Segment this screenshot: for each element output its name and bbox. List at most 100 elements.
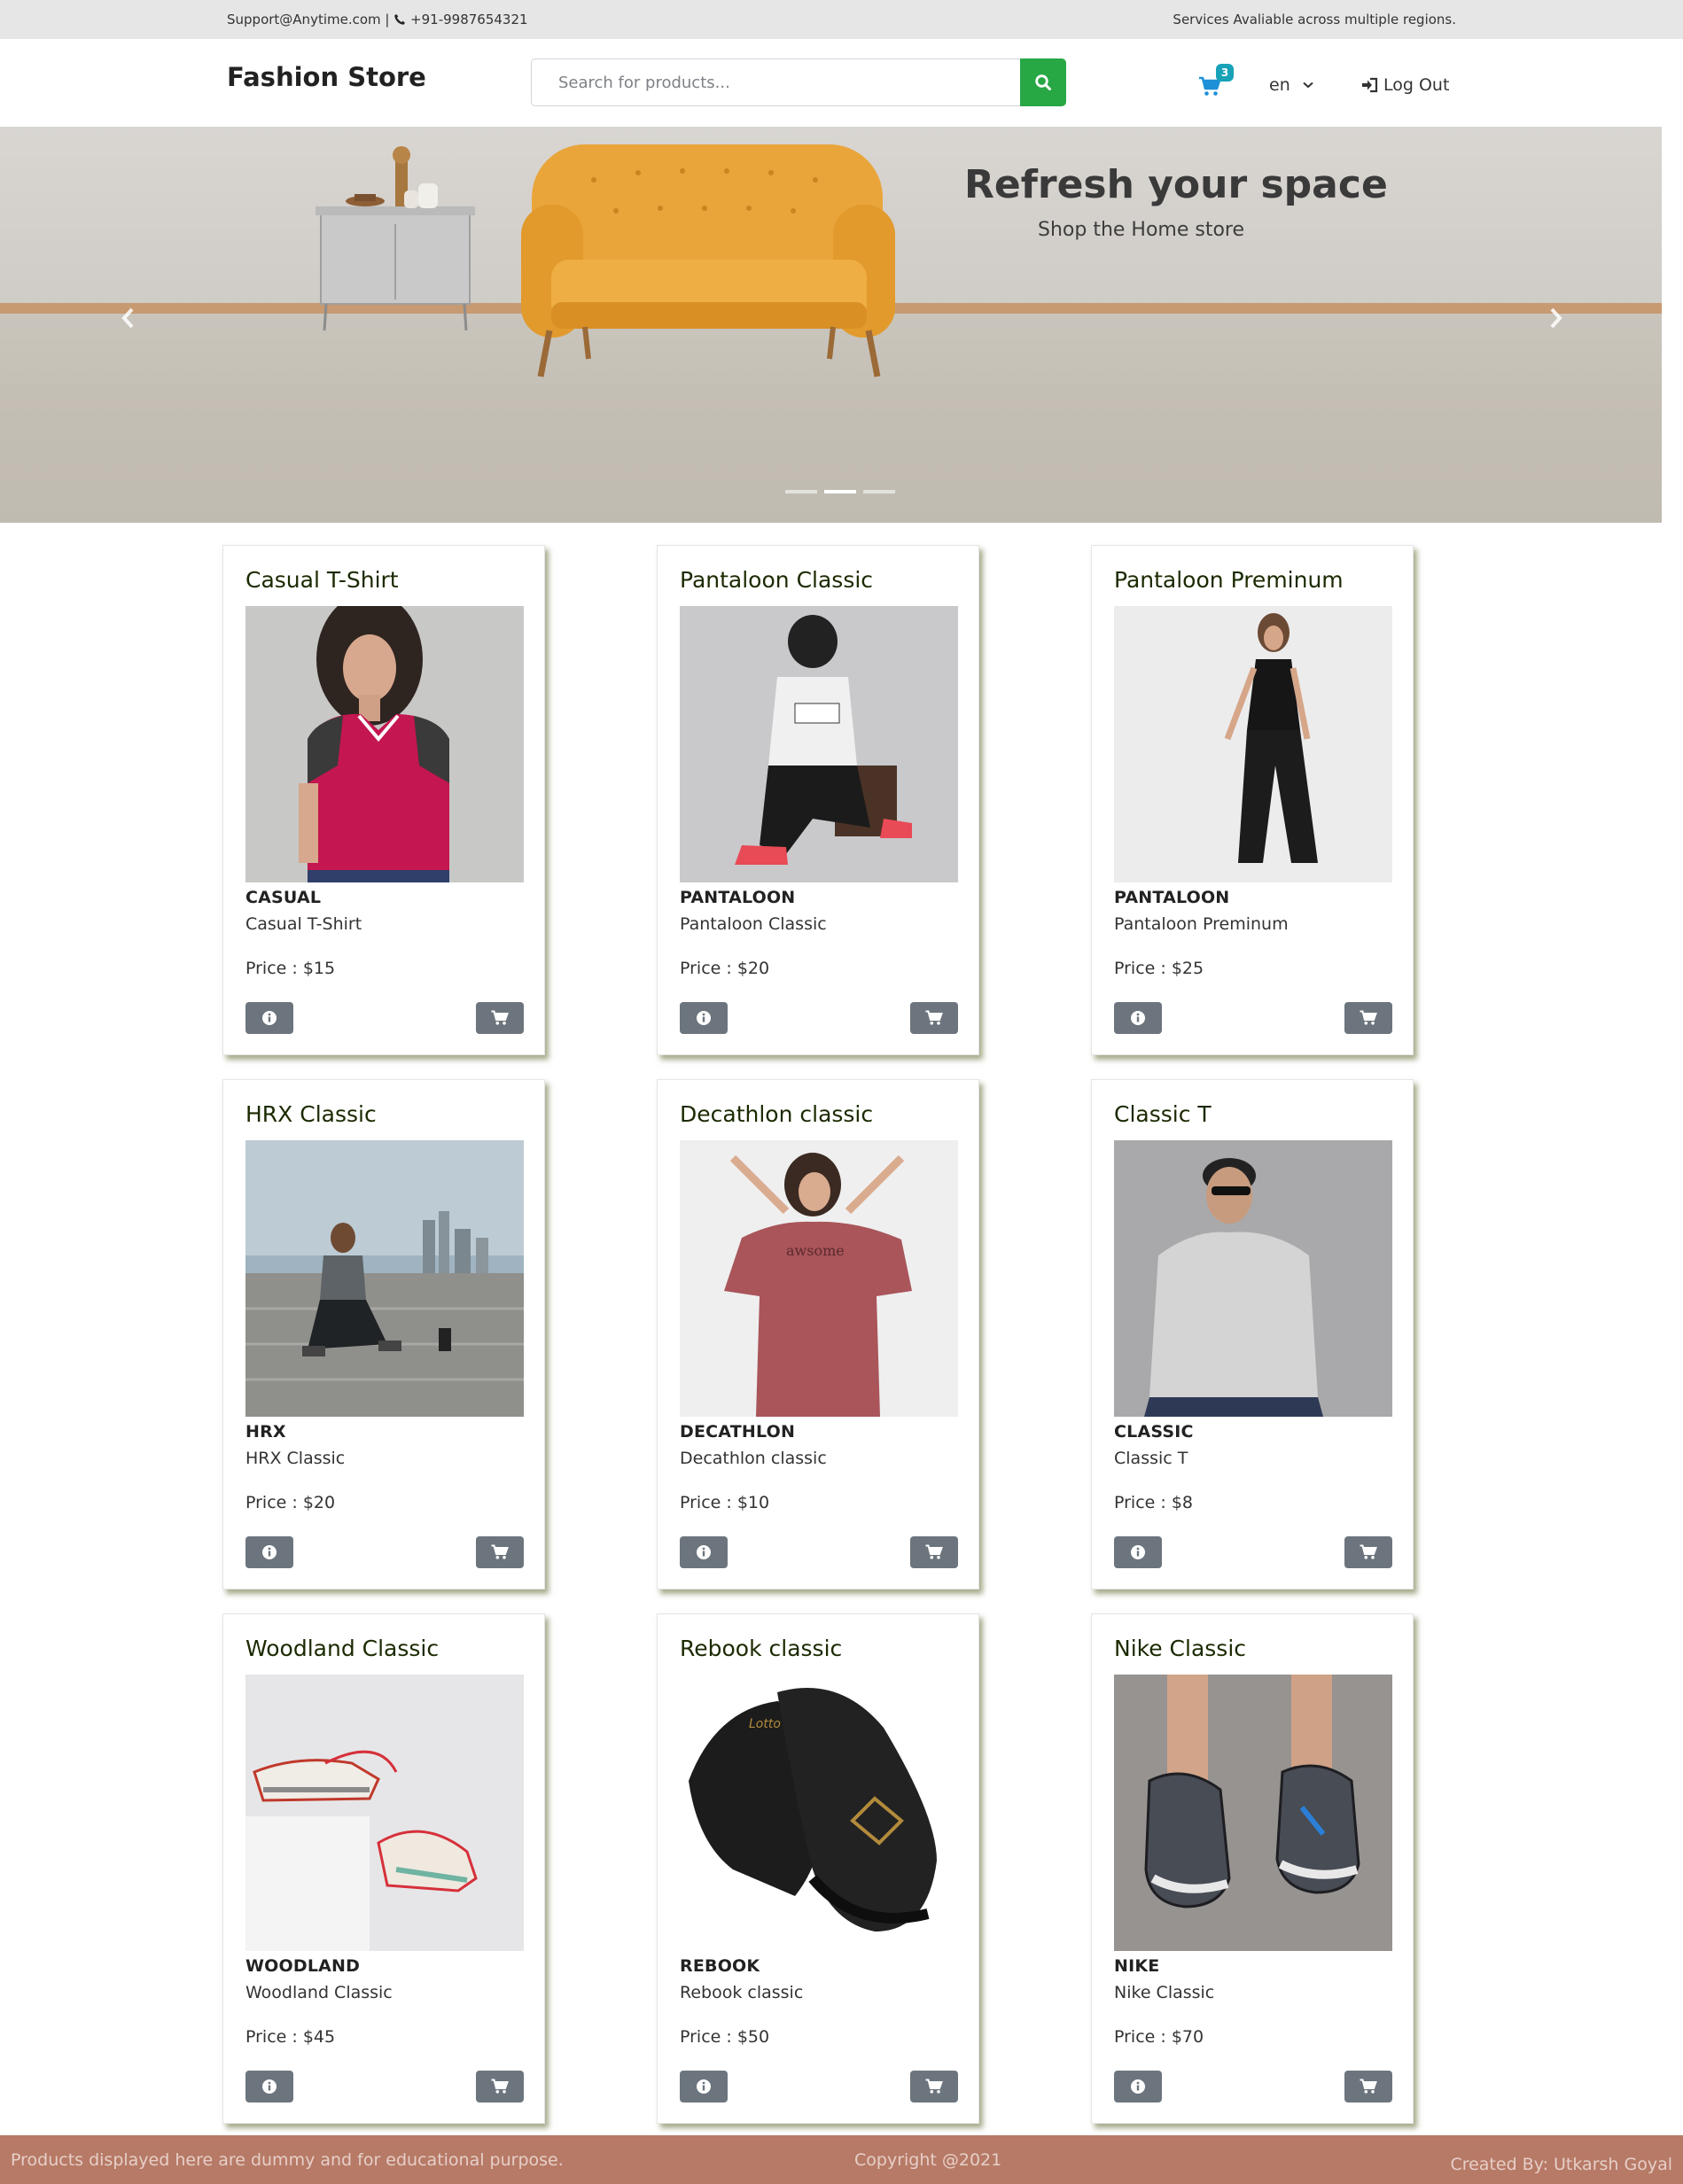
header-cart-button[interactable]: 3 xyxy=(1198,64,1235,103)
carousel-next-button[interactable] xyxy=(1539,300,1574,336)
product-image[interactable] xyxy=(1114,1675,1392,1951)
product-info-button[interactable] xyxy=(680,1002,728,1034)
chevron-left-icon xyxy=(121,307,134,329)
product-image[interactable] xyxy=(245,606,524,882)
product-name: Woodland Classic xyxy=(245,1983,393,2002)
product-image[interactable] xyxy=(245,1675,524,1951)
product-card: HRX Classic HRX HRX Classic Price : $20 xyxy=(222,1079,545,1589)
product-image[interactable] xyxy=(1114,606,1392,882)
product-info-button[interactable] xyxy=(680,2071,728,2102)
product-card: Pantaloon Preminum PANTALOON Pantaloon P… xyxy=(1091,545,1414,1055)
carousel-prev-button[interactable] xyxy=(110,300,145,336)
product-image[interactable] xyxy=(1114,1140,1392,1417)
product-card: Decathlon classic awsome DECATHLON Decat… xyxy=(657,1079,979,1589)
product-price: Price : $25 xyxy=(1114,959,1204,978)
product-title: Decathlon classic xyxy=(680,1101,874,1127)
product-name: Casual T-Shirt xyxy=(245,914,362,934)
footer-credit: Created By: Utkarsh Goyal xyxy=(1450,2155,1672,2174)
language-value: en xyxy=(1269,75,1290,95)
hero-title: Refresh your space xyxy=(964,162,1388,207)
brand-logo[interactable]: Fashion Store xyxy=(227,62,426,92)
product-image[interactable]: Lotto xyxy=(680,1675,958,1951)
add-to-cart-button[interactable] xyxy=(476,2071,524,2102)
product-card: Classic T CLASSIC Classic T Price : $8 xyxy=(1091,1079,1414,1589)
add-to-cart-button[interactable] xyxy=(910,1536,958,1568)
add-to-cart-button[interactable] xyxy=(1344,2071,1392,2102)
product-title: Nike Classic xyxy=(1114,1636,1247,1661)
product-card: Rebook classic Lotto REBOOK Rebook class… xyxy=(657,1613,979,2124)
search-bar xyxy=(531,58,1066,106)
product-card: Nike Classic NIKE Nike Classic Price : $… xyxy=(1091,1613,1414,2124)
product-name: Classic T xyxy=(1114,1449,1188,1468)
svg-text:Lotto: Lotto xyxy=(749,1717,781,1731)
product-info-button[interactable] xyxy=(245,1536,293,1568)
product-info-button[interactable] xyxy=(1114,2071,1162,2102)
shopping-cart-icon xyxy=(925,2079,943,2094)
product-title: Pantaloon Classic xyxy=(680,567,874,593)
logout-button[interactable]: Log Out xyxy=(1360,71,1449,99)
shopping-cart-icon xyxy=(1360,1010,1377,1025)
carousel-indicator-2[interactable] xyxy=(824,490,856,494)
product-title: Woodland Classic xyxy=(245,1636,440,1661)
hero-banner-image xyxy=(0,127,1662,523)
hero-carousel: Refresh your space Shop the Home store xyxy=(0,127,1662,523)
shopping-cart-icon xyxy=(925,1544,943,1559)
product-brand: PANTALOON xyxy=(680,888,796,907)
language-select[interactable]: en xyxy=(1269,71,1313,99)
product-image[interactable] xyxy=(245,1140,524,1417)
product-title: HRX Classic xyxy=(245,1101,377,1127)
add-to-cart-button[interactable] xyxy=(1344,1536,1392,1568)
product-name: Pantaloon Preminum xyxy=(1114,914,1289,934)
sign-out-icon xyxy=(1362,77,1378,93)
hero-subtitle: Shop the Home store xyxy=(1038,219,1245,241)
product-image[interactable] xyxy=(680,606,958,882)
add-to-cart-button[interactable] xyxy=(476,1002,524,1034)
product-info-button[interactable] xyxy=(245,1002,293,1034)
product-price: Price : $50 xyxy=(680,2027,770,2047)
info-icon xyxy=(1131,1545,1145,1559)
chevron-down-icon xyxy=(1303,82,1313,89)
add-to-cart-button[interactable] xyxy=(910,2071,958,2102)
add-to-cart-button[interactable] xyxy=(476,1536,524,1568)
product-name: Pantaloon Classic xyxy=(680,914,827,934)
product-image[interactable]: awsome xyxy=(680,1140,958,1417)
product-brand: REBOOK xyxy=(680,1956,760,1976)
info-icon xyxy=(1131,2079,1145,2094)
logout-label: Log Out xyxy=(1383,75,1450,95)
product-card: Casual T-Shirt CASUAL Casual T-Shirt Pri… xyxy=(222,545,545,1055)
product-brand: DECATHLON xyxy=(680,1422,796,1442)
search-icon xyxy=(1035,74,1051,90)
site-header: Fashion Store 3 en Log Out xyxy=(0,39,1683,127)
svg-text:awsome: awsome xyxy=(786,1242,845,1259)
product-info-button[interactable] xyxy=(245,2071,293,2102)
product-card: Pantaloon Classic PANTALOON Pantaloon Cl… xyxy=(657,545,979,1055)
product-price: Price : $20 xyxy=(245,1493,336,1512)
carousel-indicators xyxy=(785,490,895,494)
product-title: Casual T-Shirt xyxy=(245,567,399,593)
product-info-button[interactable] xyxy=(680,1536,728,1568)
footer-disclaimer: Products displayed here are dummy and fo… xyxy=(11,2150,564,2170)
support-phone[interactable]: +91-9987654321 xyxy=(410,12,528,27)
shopping-cart-icon xyxy=(1360,2079,1377,2094)
add-to-cart-button[interactable] xyxy=(1344,1002,1392,1034)
phone-icon xyxy=(394,14,406,25)
support-email[interactable]: Support@Anytime.com xyxy=(227,12,381,27)
product-price: Price : $45 xyxy=(245,2027,336,2047)
product-info-button[interactable] xyxy=(1114,1536,1162,1568)
shopping-cart-icon xyxy=(1360,1544,1377,1559)
carousel-indicator-3[interactable] xyxy=(863,490,895,494)
product-info-button[interactable] xyxy=(1114,1002,1162,1034)
product-price: Price : $10 xyxy=(680,1493,770,1512)
product-title: Pantaloon Preminum xyxy=(1114,567,1344,593)
contact-separator: | xyxy=(385,12,390,27)
footer-copyright: Copyright @2021 xyxy=(854,2150,1002,2170)
cart-count-badge: 3 xyxy=(1216,64,1234,82)
info-icon xyxy=(697,1545,711,1559)
add-to-cart-button[interactable] xyxy=(910,1002,958,1034)
info-icon xyxy=(262,1011,277,1025)
info-icon xyxy=(262,1545,277,1559)
search-button[interactable] xyxy=(1020,58,1066,106)
carousel-indicator-1[interactable] xyxy=(785,490,817,494)
search-input[interactable] xyxy=(531,58,1020,106)
shopping-cart-icon xyxy=(491,1544,509,1559)
